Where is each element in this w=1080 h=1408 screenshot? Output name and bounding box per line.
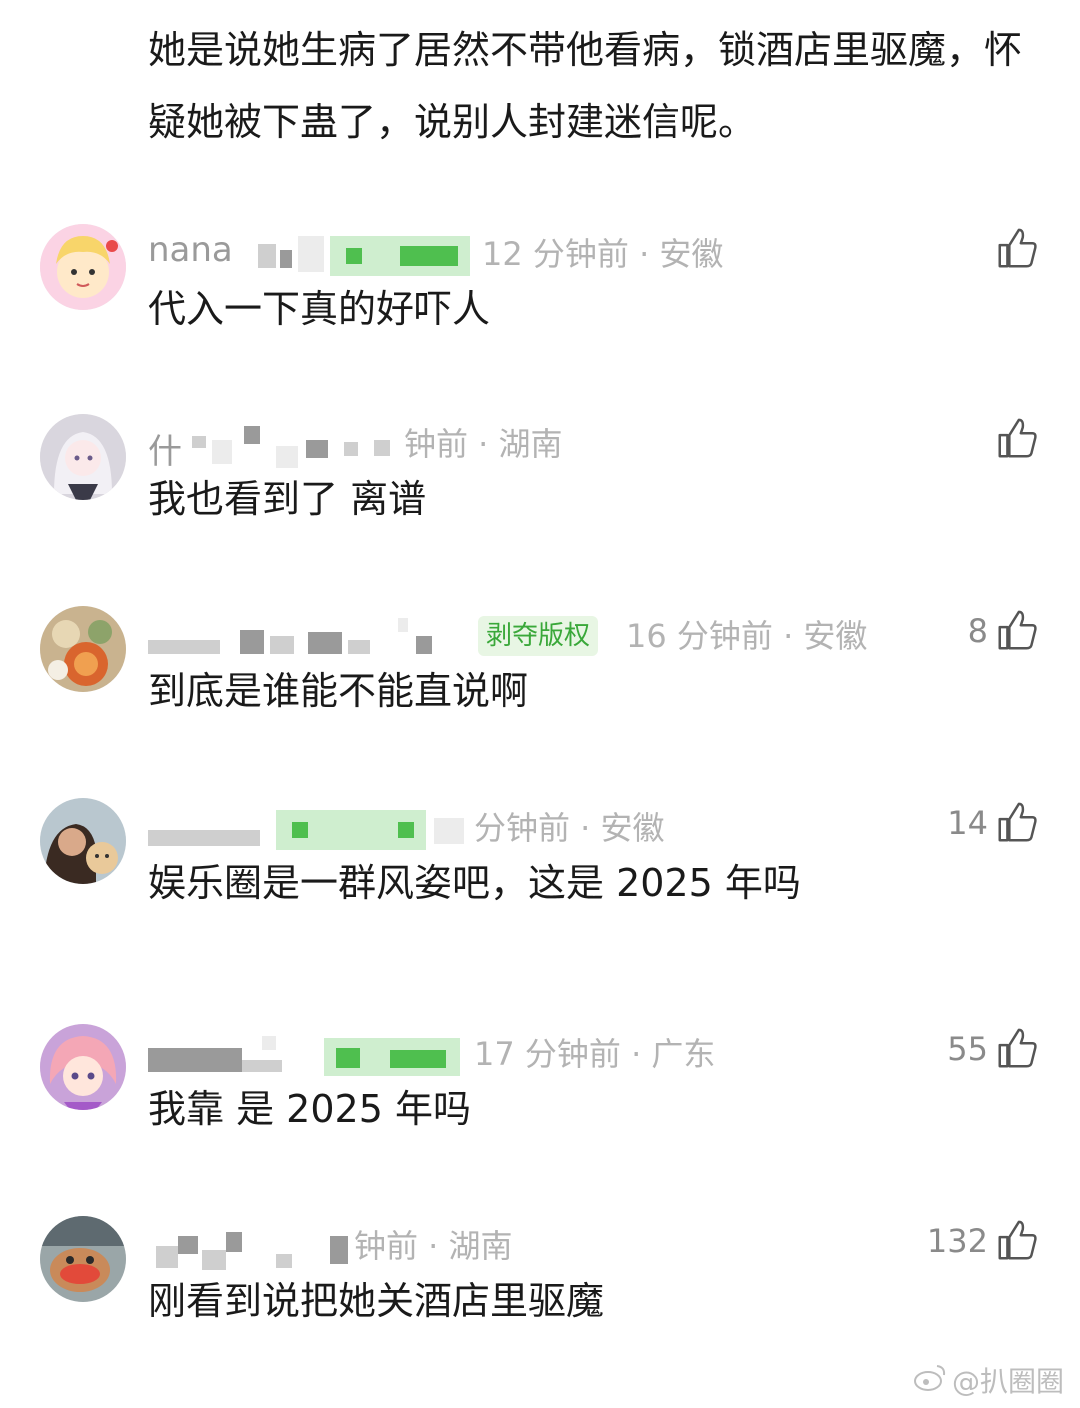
comment-item: nana 12 分钟前 · 安徽 代入一下真的好吓人 bbox=[0, 224, 1080, 364]
username[interactable] bbox=[148, 1228, 388, 1270]
comment-time-location: 16 分钟前 · 安徽 bbox=[626, 617, 868, 655]
comment-meta: 17 分钟前 · 广东 bbox=[148, 1032, 928, 1076]
username[interactable] bbox=[148, 618, 448, 654]
thumbs-up-icon bbox=[994, 1218, 1040, 1264]
avatar[interactable] bbox=[40, 224, 126, 310]
comment-meta: 剥夺版权 16 分钟前 · 安徽 bbox=[148, 614, 928, 658]
comment-text: 娱乐圈是一群风姿吧，这是 2025 年吗 bbox=[148, 861, 801, 905]
avatar[interactable] bbox=[40, 1024, 126, 1110]
comment-item: 分钟前 · 安徽 娱乐圈是一群风姿吧，这是 2025 年吗 14 bbox=[0, 798, 1080, 938]
watermark-text: @扒圈圈 bbox=[951, 1365, 1064, 1398]
comment-text: 我也看到了 离谱 bbox=[148, 477, 427, 521]
avatar[interactable] bbox=[40, 414, 126, 500]
comment-meta: nana 12 分钟前 · 安徽 bbox=[148, 230, 928, 276]
username-text: 什 bbox=[148, 432, 182, 472]
username[interactable]: 什 bbox=[148, 426, 398, 472]
comment-text: 我靠 是 2025 年吗 bbox=[148, 1087, 471, 1131]
like-button[interactable]: 132 bbox=[927, 1218, 1040, 1264]
comment-meta: 分钟前 · 安徽 bbox=[148, 806, 928, 850]
thumbs-up-icon bbox=[994, 416, 1040, 462]
like-count: 8 bbox=[967, 612, 988, 650]
comment-text: 到底是谁能不能直说啊 bbox=[148, 669, 529, 713]
thumbs-up-icon bbox=[994, 1026, 1040, 1072]
comment-time-location: 12 分钟前 · 安徽 bbox=[482, 235, 724, 273]
avatar[interactable] bbox=[40, 606, 126, 692]
comment-time-location: 钟前 · 湖南 bbox=[354, 1227, 513, 1265]
comment-item: 17 分钟前 · 广东 我靠 是 2025 年吗 55 bbox=[0, 1024, 1080, 1164]
username-text: nana bbox=[148, 230, 233, 270]
like-button[interactable]: 8 bbox=[968, 608, 1040, 654]
like-button[interactable] bbox=[988, 226, 1040, 272]
username[interactable]: nana bbox=[148, 230, 470, 276]
like-button[interactable]: 55 bbox=[947, 1026, 1040, 1072]
thumbs-up-icon bbox=[994, 226, 1040, 272]
quoted-post-text: 她是说她生病了居然不带他看病，锁酒店里驱魔，怀疑她被下蛊了，说别人封建迷信呢。 bbox=[148, 28, 1023, 144]
comment-item: 剥夺版权 16 分钟前 · 安徽 到底是谁能不能直说啊 8 bbox=[0, 606, 1080, 746]
weibo-icon bbox=[912, 1362, 948, 1399]
username[interactable] bbox=[148, 810, 468, 850]
comment-time-location: 17 分钟前 · 广东 bbox=[474, 1035, 716, 1073]
comment-time-location: 分钟前 · 安徽 bbox=[474, 809, 665, 847]
thumbs-up-icon bbox=[994, 800, 1040, 846]
comment-text: 代入一下真的好吓人 bbox=[148, 287, 491, 331]
thumbs-up-icon bbox=[994, 608, 1040, 654]
username[interactable] bbox=[148, 1036, 468, 1076]
like-button[interactable]: 14 bbox=[947, 800, 1040, 846]
watermark: @扒圈圈 bbox=[912, 1360, 1064, 1400]
comment-meta: 什 钟前 · 湖南 bbox=[148, 422, 928, 472]
comment-time-location: 钟前 · 湖南 bbox=[404, 425, 563, 463]
like-button[interactable] bbox=[988, 416, 1040, 462]
comment-text: 刚看到说把她关酒店里驱魔 bbox=[148, 1279, 605, 1323]
like-count: 132 bbox=[926, 1222, 988, 1260]
comment-meta: 钟前 · 湖南 bbox=[148, 1224, 928, 1270]
like-count: 55 bbox=[947, 1030, 988, 1068]
avatar[interactable] bbox=[40, 1216, 126, 1302]
like-count: 14 bbox=[947, 804, 988, 842]
comment-item: 钟前 · 湖南 刚看到说把她关酒店里驱魔 132 bbox=[0, 1216, 1080, 1356]
avatar[interactable] bbox=[40, 798, 126, 884]
badge-tag: 剥夺版权 bbox=[478, 616, 599, 656]
comment-item: 什 钟前 · 湖南 我也看到了 离谱 bbox=[0, 414, 1080, 554]
